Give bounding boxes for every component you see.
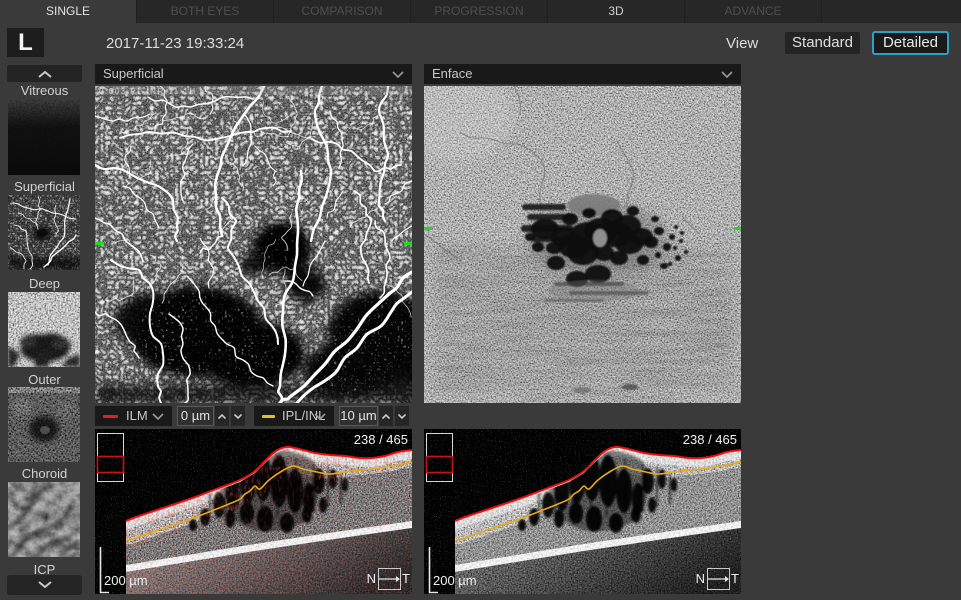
svg-text:200 µm: 200 µm (104, 573, 148, 588)
svg-text:200 µm: 200 µm (433, 573, 477, 588)
svg-text:238 / 465: 238 / 465 (354, 432, 408, 447)
svg-text:N: N (696, 571, 705, 586)
svg-text:T: T (731, 571, 739, 586)
svg-text:N: N (367, 571, 376, 586)
svg-text:238 / 465: 238 / 465 (683, 432, 737, 447)
svg-text:T: T (402, 571, 410, 586)
svg-text:0.003 PL INR 11 1H: 0.003 PL INR 11 1H (99, 87, 197, 96)
